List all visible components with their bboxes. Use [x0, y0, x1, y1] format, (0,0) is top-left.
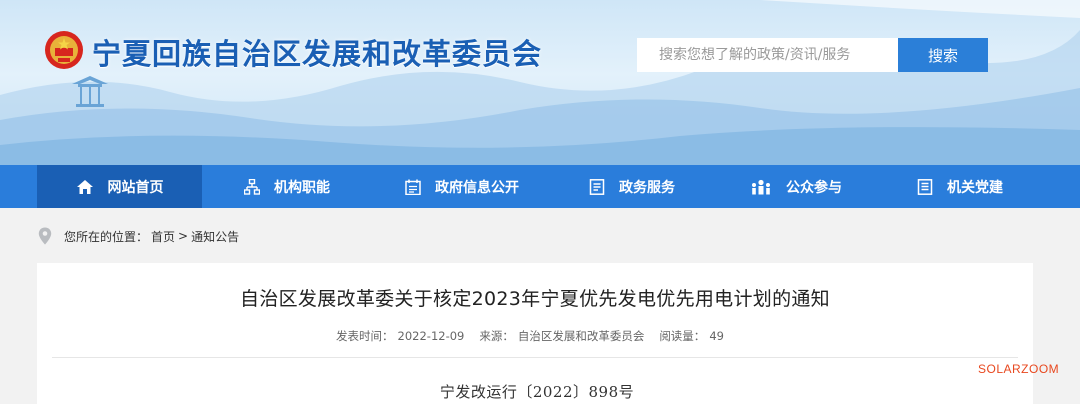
nav-item-label: 机关党建: [947, 179, 1003, 196]
nav-item-label: 网站首页: [107, 179, 164, 196]
national-emblem-icon: [45, 31, 83, 69]
views-count: 49: [709, 329, 724, 343]
nav-item-party-building[interactable]: 机关党建: [880, 165, 1040, 208]
nav-item-organization[interactable]: 机构职能: [202, 165, 372, 208]
home-icon: [76, 179, 93, 194]
breadcrumb-separator: >: [178, 229, 189, 243]
publish-date: 2022-12-09: [397, 329, 465, 343]
source-label: 来源：: [479, 329, 514, 343]
nav-item-label: 政府信息公开: [435, 179, 519, 196]
divider: [52, 357, 1018, 358]
article-title: 自治区发展改革委关于核定2023年宁夏优先发电优先用电计划的通知: [240, 288, 830, 310]
search-button[interactable]: 搜索: [898, 38, 988, 72]
location-pin-icon: [38, 227, 52, 245]
document-list-icon: [589, 178, 605, 195]
site-title[interactable]: 宁夏回族自治区发展和改革委员会: [92, 31, 542, 73]
nav-item-label: 公众参与: [786, 179, 842, 196]
breadcrumb: 您所在的位置： 首页 > 通知公告: [38, 226, 242, 246]
main-nav: 网站首页 机构职能 政府信息公开 政务服务 公众参与 机关党建: [0, 165, 1080, 208]
calendar-doc-icon: [405, 179, 421, 195]
notes-icon: [917, 178, 933, 195]
breadcrumb-home-link[interactable]: 首页: [151, 228, 175, 245]
watermark: SOLARZOOM: [978, 362, 1060, 376]
people-icon: [752, 179, 770, 194]
org-chart-icon: [244, 178, 260, 195]
source-value: 自治区发展和改革委员会: [517, 329, 645, 343]
search-input[interactable]: [637, 38, 899, 72]
views-label: 阅读量：: [659, 329, 706, 343]
nav-item-participation[interactable]: 公众参与: [712, 165, 880, 208]
publish-label: 发表时间：: [336, 329, 394, 343]
document-number: 宁发改运行〔2022〕898号: [439, 383, 635, 401]
breadcrumb-current-link[interactable]: 通知公告: [191, 228, 239, 245]
nav-item-gov-info[interactable]: 政府信息公开: [372, 165, 552, 208]
nav-item-label: 政务服务: [619, 179, 675, 196]
breadcrumb-prefix: 您所在的位置：: [64, 229, 149, 244]
mountain-landscape: [0, 0, 1080, 165]
article-meta: 发表时间： 2022-12-09 来源： 自治区发展和改革委员会 阅读量： 49: [0, 328, 1060, 344]
nav-item-label: 机构职能: [274, 179, 330, 196]
nav-item-home[interactable]: 网站首页: [37, 165, 202, 208]
nav-item-services[interactable]: 政务服务: [552, 165, 712, 208]
header-banner: 宁夏回族自治区发展和改革委员会 搜索: [0, 0, 1080, 165]
pavilion-icon: [72, 76, 108, 107]
